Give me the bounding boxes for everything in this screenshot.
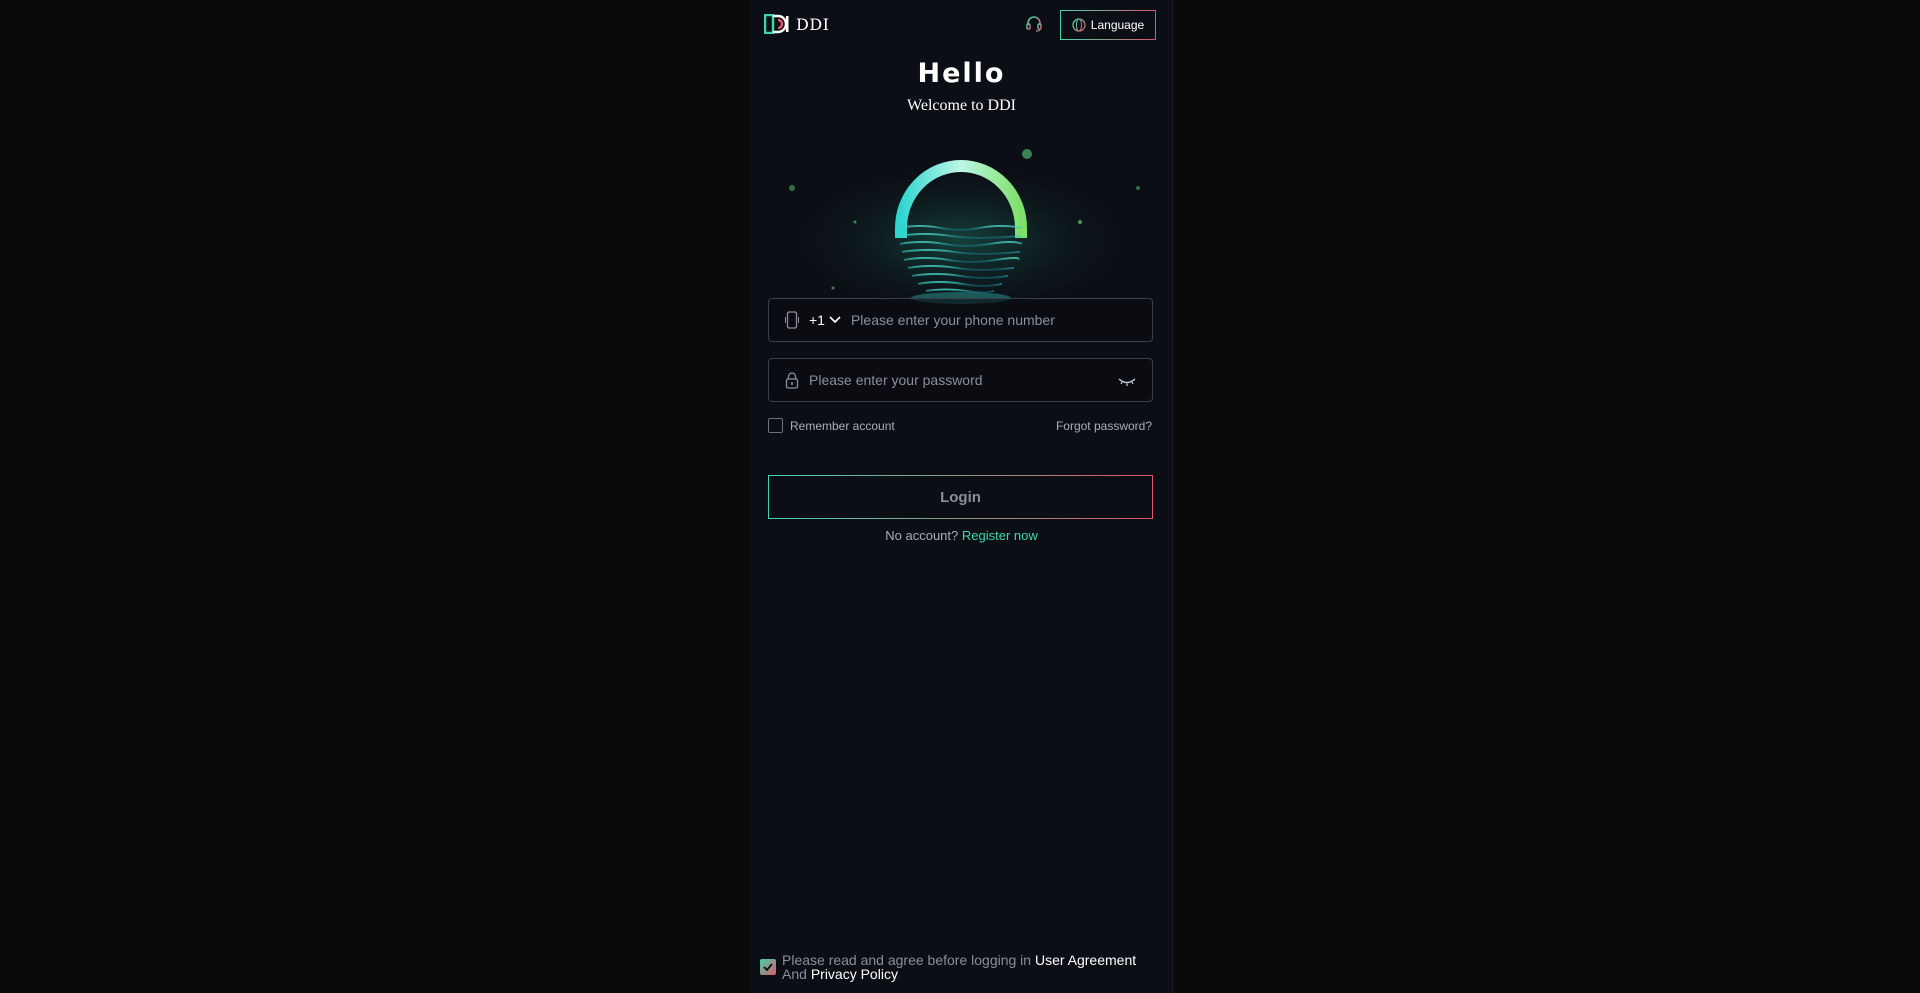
- phone-icon: [785, 311, 801, 329]
- no-account-text: No account?: [885, 528, 959, 543]
- hello-heading: Hello: [917, 58, 1006, 89]
- password-input[interactable]: [809, 372, 1152, 388]
- register-prompt: No account? Register now: [750, 528, 1173, 543]
- brand: DDI: [763, 13, 830, 35]
- lock-icon: [785, 371, 801, 389]
- eye-closed-icon[interactable]: [1118, 374, 1136, 386]
- remember-checkbox[interactable]: [768, 418, 783, 433]
- hero-ring-image: [750, 128, 1173, 308]
- headset-icon[interactable]: [1024, 14, 1044, 34]
- language-button[interactable]: Language: [1060, 10, 1156, 40]
- brand-name: DDI: [796, 14, 830, 34]
- register-link[interactable]: Register now: [962, 528, 1038, 543]
- header: DDI Language: [750, 0, 1173, 50]
- forgot-password-link[interactable]: Forgot password?: [1056, 419, 1152, 433]
- checkmark-icon: [763, 963, 773, 971]
- user-agreement-link[interactable]: User Agreement: [1035, 952, 1136, 968]
- password-field: [768, 358, 1153, 402]
- chevron-down-icon[interactable]: [829, 316, 841, 324]
- agreement-checkbox[interactable]: [760, 959, 776, 975]
- privacy-policy-link[interactable]: Privacy Policy: [811, 966, 898, 982]
- phone-field: +1: [768, 298, 1153, 342]
- login-screen: DDI Language Hello Welcome to DDI +1 Ple…: [750, 0, 1173, 993]
- agreement: Please read and agree before logging in …: [760, 953, 1160, 981]
- country-code[interactable]: +1: [809, 312, 825, 328]
- login-button[interactable]: Login: [768, 475, 1153, 519]
- phone-input[interactable]: [850, 312, 1152, 328]
- agreement-and: And: [782, 966, 807, 982]
- ddi-logo-icon: [763, 13, 790, 35]
- agreement-text: Please read and agree before logging in …: [782, 953, 1136, 981]
- language-label: Language: [1090, 18, 1145, 32]
- remember-account[interactable]: Remember account: [768, 418, 895, 433]
- remember-label: Remember account: [790, 418, 895, 433]
- welcome-text: Welcome to DDI: [907, 97, 1016, 114]
- globe-icon: [1072, 18, 1086, 32]
